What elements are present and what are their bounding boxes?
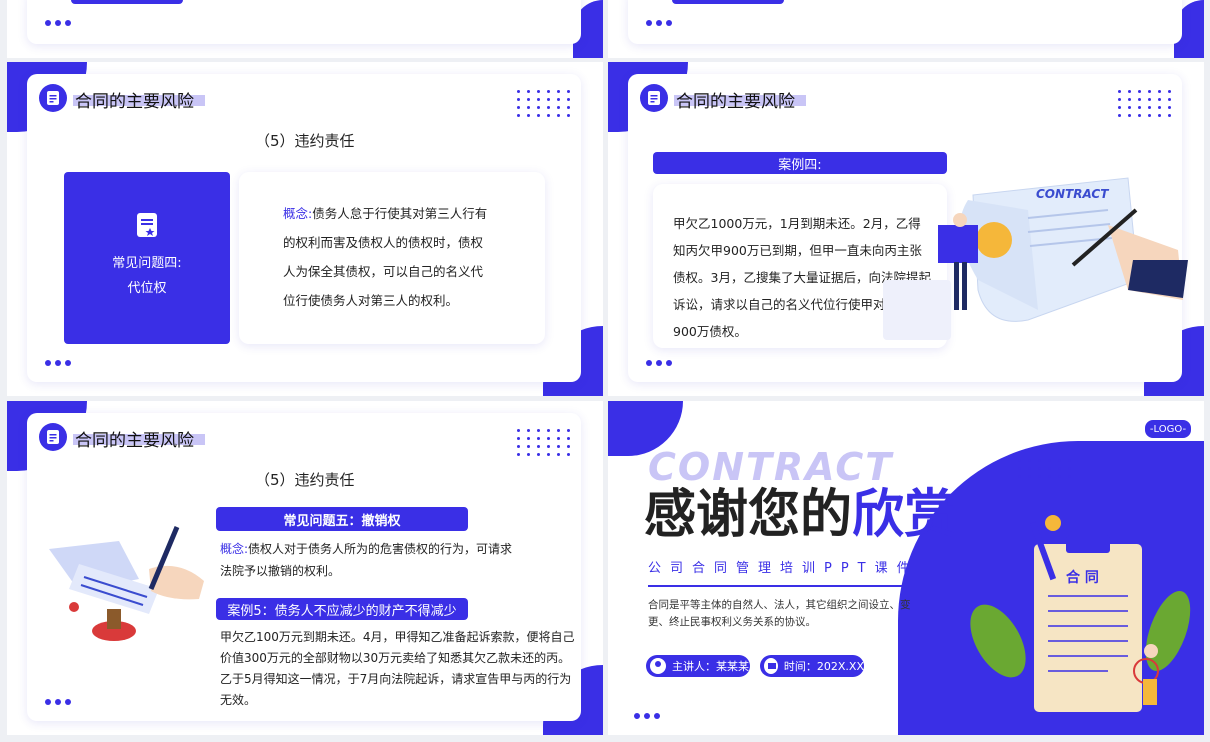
dot-grid-decoration	[517, 90, 571, 117]
thanks-part1: 感谢您的	[644, 485, 853, 545]
logo-pill: -LOGO-	[1144, 419, 1192, 439]
question-label-bar: 常见问题五：撤销权	[216, 507, 468, 531]
course-underline	[648, 585, 903, 587]
course-subtitle: 公司合同管理培训PPT课件	[648, 561, 919, 576]
thanks-title: 感谢您的欣赏	[644, 485, 956, 545]
contract-word: CONTRACT	[1036, 187, 1109, 201]
time-badge: 时间：202X.XX	[760, 655, 864, 677]
dot-grid-decoration	[1018, 459, 1072, 478]
pager-dots	[45, 360, 71, 366]
memo-icon	[136, 212, 158, 238]
concept-paragraph: 概念:债权人对于债务人所为的危害债权的行为，可请求法院予以撤销的权利。	[220, 538, 520, 582]
pager-dots	[646, 360, 672, 366]
header-pill	[672, 0, 784, 4]
slide-top-left-partial	[7, 0, 603, 58]
concept-text: 债务人怠于行使其对第三人行有的权利而害及债权人的债权时，债权人为保全其债权，可以…	[283, 206, 488, 308]
pager-dots	[634, 713, 660, 719]
slide-title: 合同的主要风险	[676, 92, 795, 112]
pager-dots	[45, 699, 71, 705]
document-icon	[39, 84, 67, 112]
concept-label: 概念:	[283, 206, 313, 221]
clipboard-label: 合 同	[1066, 570, 1099, 586]
slide-top-right-partial	[608, 0, 1204, 58]
topic-line1: 常见问题四:	[112, 256, 182, 271]
speaker-text: 主讲人：某某某	[672, 660, 749, 673]
slide-title: 合同的主要风险	[75, 92, 194, 112]
contract-signing-illustration: CONTRACT	[883, 177, 1188, 340]
document-icon	[640, 84, 668, 112]
slide-title: 合同的主要风险	[75, 431, 194, 451]
concept-paragraph: 概念:债务人怠于行使其对第三人行有的权利而害及债权人的债权时，债权人为保全其债权…	[283, 199, 489, 315]
concept-label: 概念:	[220, 542, 249, 556]
slide-case-four: 合同的主要风险 案例四: 甲欠乙1000万元，1月到期未还。2月，乙得知丙欠甲9…	[608, 62, 1204, 396]
header-pill	[71, 0, 183, 4]
topic-box: 常见问题四: 代位权	[64, 172, 230, 344]
logo-text: -LOGO-	[1149, 423, 1187, 435]
content-card	[27, 0, 581, 44]
slide-revocation: 合同的主要风险 （5）违约责任 常见问题五：撤销权 概念:债权人对于债务人所为的…	[7, 401, 603, 735]
user-icon	[650, 658, 666, 674]
calendar-icon	[764, 658, 778, 674]
slide-thanks: -LOGO- CONTRACT 感谢您的欣赏 公司合同管理培训PPT课件 合同是…	[608, 401, 1204, 735]
dot-grid-decoration	[517, 429, 571, 456]
contract-watermark: CONTRACT	[648, 445, 894, 489]
pager-dots	[45, 20, 71, 26]
speaker-badge: 主讲人：某某某	[646, 655, 750, 677]
time-text: 时间：202X.XX	[783, 660, 864, 673]
description: 合同是平等主体的自然人、法人，其它组织之间设立、变更、终止民事权利义务关系的协议…	[648, 599, 911, 628]
slide-subrogation: 合同的主要风险 （5）违约责任 常见问题四: 代位权 概念:债务人怠于行使其对第…	[7, 62, 603, 396]
document-icon	[39, 423, 67, 451]
section-subtitle: （5）违约责任	[255, 471, 355, 489]
dot-grid-decoration	[1118, 90, 1172, 117]
concept-text: 债权人对于债务人所为的危害债权的行为，可请求法院予以撤销的权利。	[220, 542, 513, 578]
topic-line2: 代位权	[127, 281, 167, 296]
clipboard-illustration	[970, 515, 1191, 714]
case-paragraph: 甲欠乙100万元到期未还。4月，甲得知乙准备起诉索款，便将自己价值300万元的全…	[220, 630, 575, 707]
pager-dots	[646, 20, 672, 26]
section-subtitle: （5）违约责任	[255, 132, 355, 150]
signing-hand-illustration	[49, 526, 204, 641]
thanks-part2: 欣赏	[852, 485, 957, 545]
content-card	[628, 0, 1182, 44]
case-label-bar: 案例5：债务人不应减少的财产不得减少	[216, 598, 468, 620]
